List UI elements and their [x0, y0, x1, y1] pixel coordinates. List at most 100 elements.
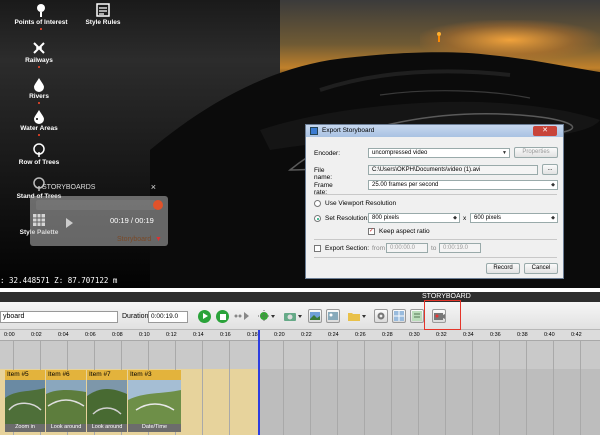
layer-railways[interactable]: Railways	[4, 40, 74, 68]
filename-field[interactable]: C:\Users\OKPH\Documents\video (1).avi	[368, 165, 538, 175]
layer-row-of-trees[interactable]: Row of Trees	[4, 142, 74, 166]
grid-line	[202, 341, 203, 435]
add-keyframe-icon[interactable]	[256, 309, 276, 323]
ruler-tick: 0:26	[355, 332, 366, 338]
export-highlight	[424, 300, 461, 330]
ruler-tick: 0:16	[220, 332, 231, 338]
layer-points-of-interest[interactable]: Points of Interest	[6, 2, 76, 30]
keyframe-track[interactable]	[0, 341, 600, 369]
player-record-icon[interactable]	[153, 200, 163, 210]
grid-line	[229, 341, 230, 435]
grid-line	[580, 341, 581, 435]
step-forward-icon[interactable]	[234, 311, 250, 321]
stop-button[interactable]	[216, 310, 229, 323]
divider	[314, 239, 557, 240]
grid-line	[364, 341, 365, 435]
duration-field[interactable]: 0:00:19.0	[148, 311, 188, 323]
browse-button[interactable]: ...	[542, 164, 558, 175]
layer-label: Water Areas	[20, 125, 58, 132]
spin-icon: ◆	[551, 215, 555, 221]
play-button[interactable]	[198, 310, 211, 323]
close-icon[interactable]: ×	[151, 182, 156, 192]
ruler-tick: 0:04	[58, 332, 69, 338]
from-field[interactable]: 0:00:00.0	[386, 243, 428, 253]
chevron-down-icon: ◆	[551, 182, 555, 188]
clip-caption: Look around	[46, 424, 86, 432]
grid-line	[391, 341, 392, 435]
image-icon	[328, 312, 338, 320]
keep-aspect-label: Keep aspect ratio	[379, 228, 430, 235]
divider	[314, 257, 557, 258]
properties-button[interactable]: Properties	[514, 147, 558, 158]
layer-style-rules[interactable]: Style Rules	[68, 2, 138, 26]
settings-button[interactable]	[374, 309, 388, 323]
grid-icon	[394, 311, 404, 321]
duration-label: Duration:	[122, 313, 151, 320]
record-button[interactable]: Record	[486, 263, 520, 274]
ruler-tick: 0:00	[4, 332, 15, 338]
keep-aspect-checkbox[interactable]: ✓	[368, 228, 375, 235]
chevron-down-icon[interactable]: ▼	[155, 236, 162, 243]
screenshot-button[interactable]	[308, 309, 322, 323]
height-spinbox[interactable]: 600 pixels ◆	[470, 213, 558, 223]
player-tab[interactable]: STORYBOARDS ×	[30, 181, 162, 195]
divider	[314, 194, 557, 195]
layer-label: Points of Interest	[14, 19, 68, 26]
to-field[interactable]: 0:00:19.0	[439, 243, 481, 253]
from-label: from	[372, 245, 385, 252]
width-value: 800 pixels	[372, 215, 400, 221]
storyboard-title: STORYBOARD	[422, 293, 471, 300]
viewport-resolution-radio[interactable]	[314, 200, 321, 207]
storyboard-toolbar: yboard Duration: 0:00:19.0	[0, 302, 600, 330]
clip-item-7[interactable]: Item #7 Look around	[87, 370, 127, 432]
clip-label: Item #5	[5, 370, 45, 380]
list-view-button[interactable]	[410, 309, 424, 323]
grid-line	[418, 341, 419, 435]
export-storyboard-dialog: Export Storyboard ✕ Encoder: uncompresse…	[305, 124, 564, 279]
layer-label: Row of Trees	[18, 159, 60, 166]
encoder-select[interactable]: uncompressed video ▼	[368, 148, 510, 158]
grid-line	[553, 341, 554, 435]
encoder-value: uncompressed video	[372, 150, 428, 156]
framerate-select[interactable]: 25.00 frames per second ◆	[368, 180, 558, 190]
player-progress-bar[interactable]	[36, 200, 156, 210]
water-areas-icon	[34, 110, 44, 124]
clip-thumbnail	[128, 380, 181, 424]
snapshot-button[interactable]	[326, 309, 340, 323]
gear-icon	[377, 312, 385, 320]
ruler-tick: 0:02	[31, 332, 42, 338]
timeline-ruler[interactable]: 0:00 0:02 0:04 0:06 0:08 0:10 0:12 0:14 …	[0, 330, 600, 341]
camera-icon[interactable]	[282, 309, 304, 323]
clip-item-5[interactable]: Item #5 Zoom in	[5, 370, 45, 432]
layer-dot	[40, 28, 42, 30]
layer-label: Railways	[25, 57, 53, 64]
layer-water-areas[interactable]: Water Areas	[4, 108, 74, 136]
cancel-button[interactable]: Cancel	[524, 263, 558, 274]
dialog-close-button[interactable]: ✕	[533, 126, 557, 136]
export-section-checkbox[interactable]	[314, 245, 321, 252]
sun-pin	[438, 36, 440, 42]
clip-thumbnail	[46, 380, 86, 424]
clip-item-6[interactable]: Item #6 Look around	[46, 370, 86, 432]
points-of-interest-icon	[37, 4, 45, 17]
grid-line	[499, 341, 500, 435]
grid-view-button[interactable]	[392, 309, 406, 323]
folder-icon[interactable]	[346, 309, 368, 323]
width-spinbox[interactable]: 800 pixels ◆	[368, 213, 460, 223]
set-resolution-radio[interactable]	[314, 215, 321, 222]
dialog-titlebar[interactable]: Export Storyboard ✕	[306, 125, 563, 137]
dialog-title: Export Storyboard	[322, 127, 375, 134]
grid-line	[337, 341, 338, 435]
player-storyboard-select[interactable]: Storyboard	[117, 236, 151, 243]
layer-rivers[interactable]: Rivers	[4, 76, 74, 104]
ruler-tick: 0:30	[409, 332, 420, 338]
list-icon	[412, 311, 422, 321]
grid-line	[283, 341, 284, 435]
clip-item-3[interactable]: Item #3 Date/Time	[128, 370, 181, 432]
filename-label: File name:	[314, 167, 333, 181]
clip-thumbnail	[5, 380, 45, 424]
layer-label: Rivers	[29, 93, 49, 100]
play-icon[interactable]	[66, 218, 73, 228]
storyboard-name-field[interactable]: yboard	[0, 311, 118, 323]
playhead[interactable]	[258, 330, 260, 435]
